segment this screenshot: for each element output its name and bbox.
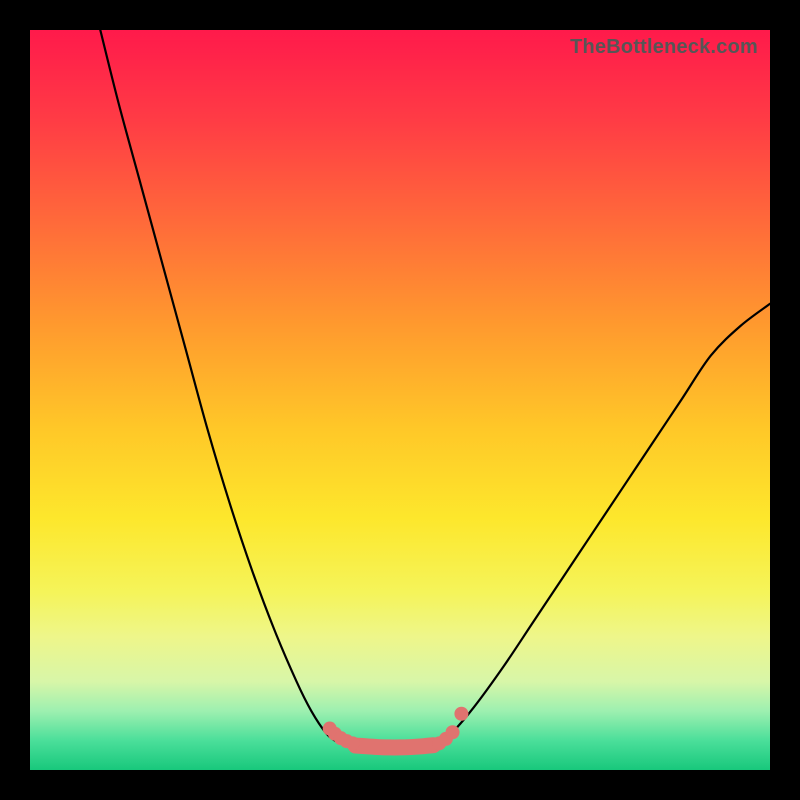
highlight-outlier xyxy=(454,707,468,721)
highlight-right xyxy=(432,725,459,750)
chart-svg xyxy=(30,30,770,770)
plot-area: TheBottleneck.com xyxy=(30,30,770,770)
chart-frame: TheBottleneck.com xyxy=(0,0,800,800)
highlight-band xyxy=(356,745,434,747)
black-curve xyxy=(100,30,770,748)
